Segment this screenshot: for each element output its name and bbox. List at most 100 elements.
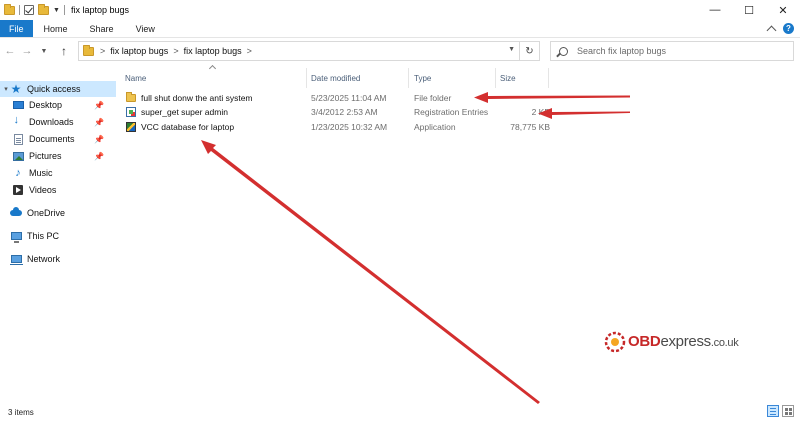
- downloads-icon: [12, 114, 24, 128]
- file-name: full shut donw the anti system: [141, 93, 253, 103]
- sidebar-item-label: This PC: [27, 231, 60, 241]
- up-button[interactable]: ↑: [57, 44, 71, 58]
- watermark-brand: OBD: [628, 332, 661, 350]
- obdexpress-watermark: OBDexpress.co.uk: [600, 328, 739, 354]
- new-folder-icon[interactable]: [38, 3, 49, 15]
- file-row[interactable]: super_get super admin 3/4/2012 2:53 AM R…: [122, 105, 552, 119]
- pin-icon[interactable]: 📌: [94, 135, 104, 144]
- column-divider[interactable]: [548, 68, 549, 88]
- forward-button[interactable]: →: [20, 44, 34, 58]
- close-button[interactable]: ✕: [766, 0, 800, 20]
- chevron-down-icon[interactable]: ▼: [53, 7, 60, 14]
- sidebar-item-onedrive[interactable]: OneDrive: [0, 205, 116, 221]
- file-row[interactable]: full shut donw the anti system 5/23/2025…: [122, 91, 552, 105]
- music-icon: ♪: [15, 167, 21, 179]
- tab-share[interactable]: Share: [79, 20, 125, 37]
- refresh-button[interactable]: ↻: [519, 42, 539, 60]
- breadcrumb-separator[interactable]: >: [247, 46, 252, 56]
- properties-icon[interactable]: [24, 5, 34, 15]
- view-toggle: [767, 405, 794, 417]
- tab-file[interactable]: File: [0, 20, 33, 37]
- navigation-pane: ▾ ★ Quick access Desktop 📌 Downloads 📌 D…: [0, 64, 118, 394]
- star-icon: ★: [10, 82, 22, 96]
- breadcrumb-item[interactable]: fix laptop bugs: [184, 46, 242, 56]
- help-icon[interactable]: ?: [783, 23, 794, 34]
- this-pc-icon: [10, 231, 22, 243]
- onedrive-icon: [10, 207, 22, 219]
- navigation-bar: ← → ▼ ↑ > fix laptop bugs > fix laptop b…: [0, 38, 800, 64]
- file-date: 5/23/2025 11:04 AM: [311, 93, 387, 103]
- chevron-down-icon[interactable]: ▼: [508, 46, 515, 53]
- column-header-size[interactable]: Size: [500, 70, 516, 86]
- file-name: VCC database for laptop: [141, 122, 235, 132]
- details-view-icon[interactable]: [767, 405, 779, 417]
- file-name-cell: full shut donw the anti system: [126, 91, 253, 105]
- file-name-cell: VCC database for laptop: [126, 120, 234, 134]
- search-placeholder: Search fix laptop bugs: [577, 46, 667, 56]
- sidebar-item-label: Network: [27, 254, 61, 264]
- registry-file-icon: [126, 107, 136, 117]
- divider: [63, 5, 65, 15]
- sidebar-item-label: Quick access: [27, 84, 81, 94]
- column-header-type[interactable]: Type: [414, 70, 431, 86]
- minimize-button[interactable]: —: [698, 0, 732, 20]
- sidebar-item-label: Documents: [29, 134, 75, 144]
- column-header-date-modified[interactable]: Date modified: [311, 70, 360, 86]
- folder-icon[interactable]: [4, 3, 15, 15]
- breadcrumb-separator[interactable]: >: [173, 46, 178, 56]
- folder-icon: [126, 92, 136, 102]
- column-divider[interactable]: [495, 68, 496, 88]
- sidebar-item-videos[interactable]: Videos: [0, 182, 116, 198]
- sidebar-item-documents[interactable]: Documents 📌: [0, 131, 116, 147]
- tab-view[interactable]: View: [125, 20, 166, 37]
- divider: [19, 5, 20, 15]
- sidebar-item-pictures[interactable]: Pictures 📌: [0, 148, 116, 164]
- sidebar-item-downloads[interactable]: Downloads 📌: [0, 114, 116, 130]
- recent-locations-button[interactable]: ▼: [37, 44, 51, 58]
- expand-ribbon-icon[interactable]: [766, 25, 777, 35]
- pin-icon[interactable]: 📌: [94, 101, 104, 110]
- tab-home[interactable]: Home: [33, 20, 79, 37]
- sidebar-item-music[interactable]: ♪ Music: [0, 165, 116, 181]
- pin-icon[interactable]: 📌: [94, 152, 104, 161]
- title-bar: ▼ fix laptop bugs — ☐ ✕: [0, 0, 800, 20]
- pin-icon[interactable]: 📌: [94, 118, 104, 127]
- search-input[interactable]: Search fix laptop bugs: [550, 41, 794, 61]
- file-type: Application: [414, 122, 456, 132]
- file-size: 78,775 KB: [510, 122, 550, 132]
- application-icon: [126, 122, 136, 132]
- column-divider[interactable]: [408, 68, 409, 88]
- chevron-down-icon[interactable]: ▾: [2, 85, 10, 93]
- sidebar-item-desktop[interactable]: Desktop 📌: [0, 97, 116, 113]
- column-header-name[interactable]: Name: [125, 70, 146, 86]
- network-icon: [9, 254, 23, 265]
- sidebar-item-quick-access[interactable]: ▾ ★ Quick access: [0, 81, 116, 97]
- sidebar-item-this-pc[interactable]: This PC: [0, 228, 116, 244]
- file-name-cell: super_get super admin: [126, 105, 228, 119]
- breadcrumb-separator[interactable]: >: [100, 46, 105, 56]
- sidebar-item-label: Desktop: [29, 100, 63, 110]
- column-divider[interactable]: [306, 68, 307, 88]
- quick-access-toolbar: ▼: [0, 3, 65, 15]
- file-row[interactable]: VCC database for laptop 1/23/2025 10:32 …: [122, 120, 552, 134]
- breadcrumb-item[interactable]: fix laptop bugs: [110, 46, 168, 56]
- file-name: super_get super admin: [141, 107, 228, 117]
- search-icon: [559, 46, 568, 56]
- window-controls: — ☐ ✕: [698, 0, 800, 20]
- file-type: Registration Entries: [414, 107, 489, 117]
- status-bar: 3 items: [0, 403, 800, 421]
- pictures-icon: [12, 151, 24, 162]
- file-size: [500, 91, 550, 105]
- item-count: 3 items: [8, 407, 34, 417]
- sidebar-item-label: Music: [29, 168, 53, 178]
- watermark-tld: .co.uk: [710, 336, 739, 349]
- sidebar-item-label: Videos: [29, 185, 57, 195]
- back-button[interactable]: ←: [3, 44, 17, 58]
- sidebar-item-label: OneDrive: [27, 208, 66, 218]
- sidebar-item-network[interactable]: Network: [0, 251, 116, 267]
- address-bar[interactable]: > fix laptop bugs > fix laptop bugs > ▼ …: [78, 41, 540, 61]
- file-size: 2 KB: [531, 107, 550, 117]
- large-icons-view-icon[interactable]: [782, 405, 794, 417]
- window-title: fix laptop bugs: [70, 5, 129, 15]
- maximize-button[interactable]: ☐: [732, 0, 766, 20]
